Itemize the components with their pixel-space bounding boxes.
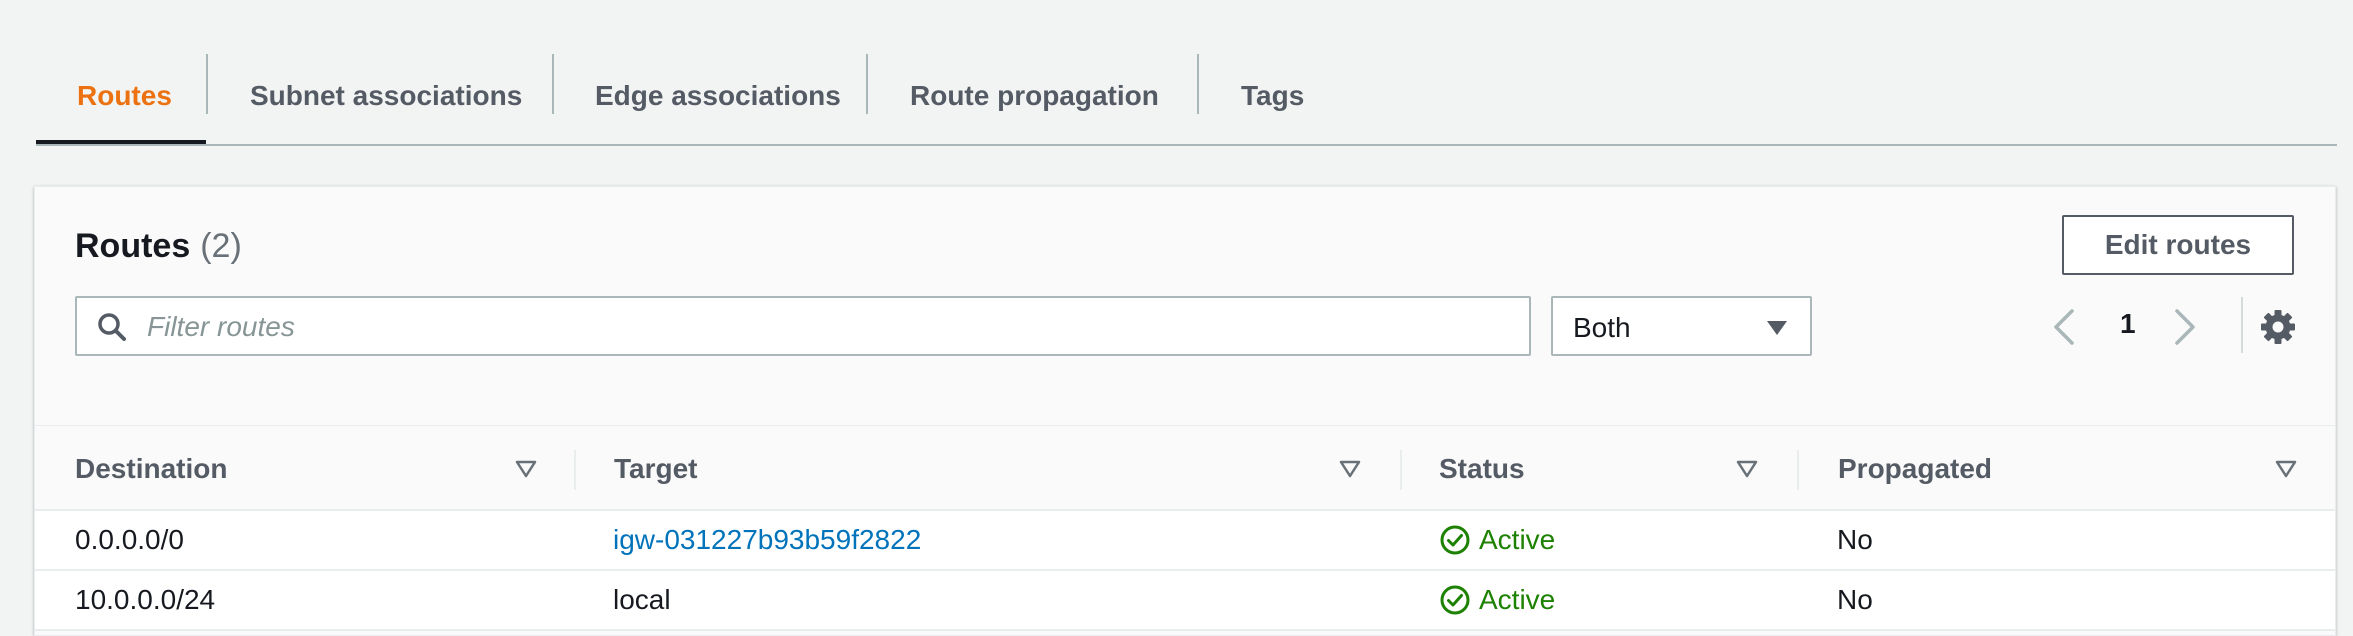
- routes-count: (2): [200, 227, 242, 265]
- tab-bar: Routes Subnet associations Edge associat…: [36, 48, 2337, 146]
- status-text: Active: [1479, 524, 1556, 555]
- table-header: Destination Target Status Propagated: [35, 425, 2335, 511]
- propagated-cell: No: [1837, 524, 1873, 555]
- column-divider: [1797, 450, 1799, 490]
- sort-icon[interactable]: [515, 460, 537, 478]
- search-icon: [98, 313, 126, 341]
- edit-routes-button[interactable]: Edit routes: [2062, 215, 2294, 275]
- column-header-target[interactable]: Target: [614, 426, 698, 512]
- status-text: Active: [1479, 584, 1556, 615]
- sort-icon[interactable]: [1736, 460, 1758, 478]
- tab-divider: [206, 54, 208, 114]
- tab-edge-associations[interactable]: Edge associations: [595, 48, 841, 144]
- tab-divider: [552, 54, 554, 114]
- check-circle-icon: [1440, 585, 1470, 615]
- tab-divider: [866, 54, 868, 114]
- column-header-propagated[interactable]: Propagated: [1838, 426, 1992, 512]
- column-divider: [574, 450, 576, 490]
- tab-tags[interactable]: Tags: [1241, 48, 1304, 144]
- column-divider: [1400, 450, 1402, 490]
- propagated-cell: No: [1837, 584, 1873, 615]
- panel-title-text: Routes: [75, 227, 191, 265]
- pagination-divider: [2241, 297, 2243, 353]
- routes-panel: Routes(2) Edit routes Both 1: [34, 186, 2336, 636]
- table-row: 0.0.0.0/0 igw-031227b93b59f2822 Active N…: [35, 511, 2335, 571]
- current-page-number[interactable]: 1: [2120, 308, 2136, 340]
- status-cell: Active: [1439, 571, 1555, 629]
- tab-route-propagation[interactable]: Route propagation: [910, 48, 1159, 144]
- check-circle-icon: [1440, 525, 1470, 555]
- target-link[interactable]: igw-031227b93b59f2822: [613, 524, 921, 556]
- filter-routes-field[interactable]: [75, 296, 1531, 356]
- destination-cell: 10.0.0.0/24: [75, 584, 216, 615]
- caret-down-icon: [1767, 321, 1787, 335]
- target-cell: igw-031227b93b59f2822: [613, 511, 921, 569]
- sort-icon[interactable]: [2275, 460, 2297, 478]
- sort-icon[interactable]: [1339, 460, 1361, 478]
- panel-title: Routes (2): [75, 227, 242, 266]
- active-tab-indicator: [36, 140, 206, 144]
- tab-subnet-associations[interactable]: Subnet associations: [250, 48, 522, 144]
- filter-routes-input[interactable]: [145, 302, 1519, 352]
- column-header-status[interactable]: Status: [1439, 426, 1525, 512]
- route-type-select[interactable]: Both: [1551, 296, 1812, 356]
- tab-divider: [1197, 54, 1199, 114]
- tab-routes[interactable]: Routes: [77, 48, 172, 144]
- destination-cell: 0.0.0.0/0: [75, 524, 184, 555]
- route-type-select-value: Both: [1573, 312, 1631, 343]
- table-row: 10.0.0.0/24 local Active No: [35, 571, 2335, 631]
- gear-icon[interactable]: [2258, 307, 2298, 347]
- column-header-destination[interactable]: Destination: [75, 426, 227, 512]
- target-cell: local: [613, 584, 671, 615]
- status-cell: Active: [1439, 511, 1555, 569]
- chevron-left-icon[interactable]: [2046, 305, 2082, 349]
- chevron-right-icon[interactable]: [2167, 305, 2203, 349]
